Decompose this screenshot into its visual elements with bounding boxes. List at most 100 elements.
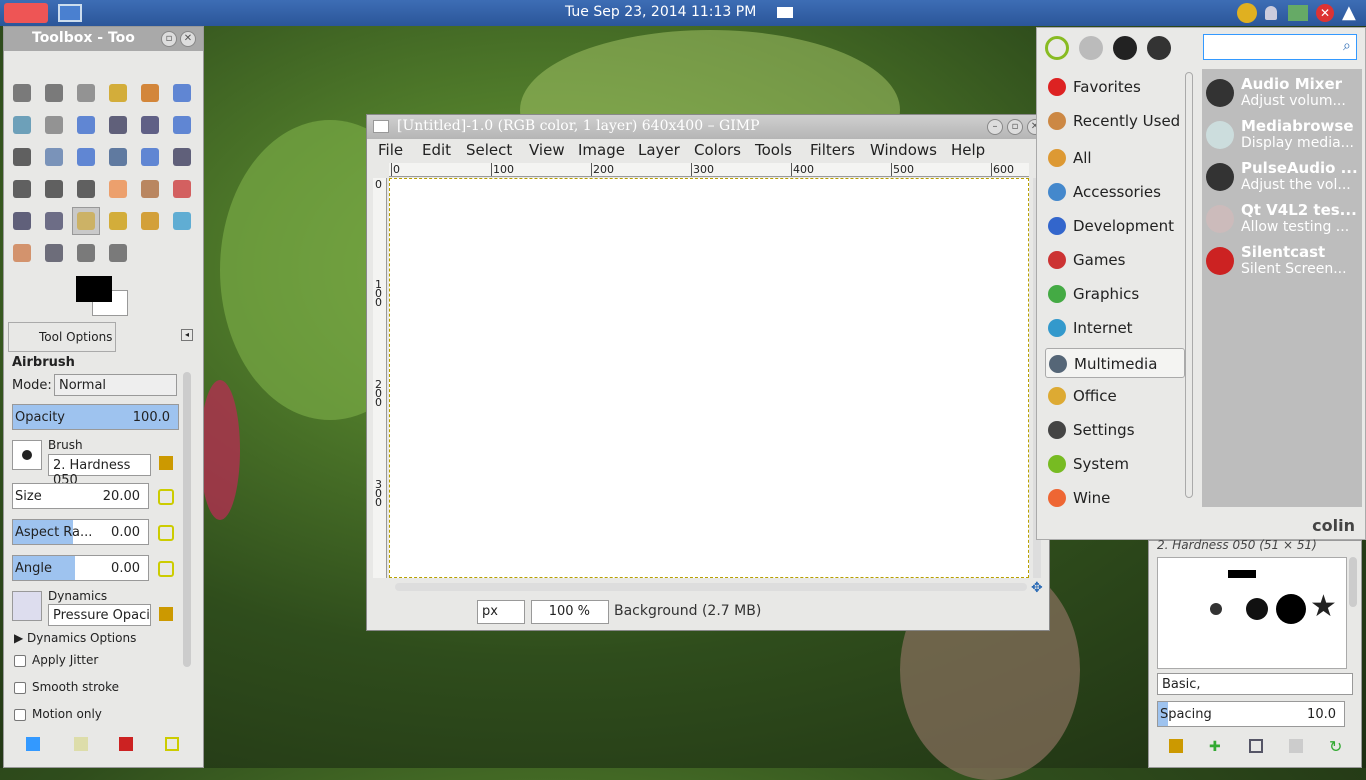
restore-options-icon[interactable] [74,737,88,751]
eraser-tool-icon[interactable] [40,207,68,235]
category-scrollbar[interactable] [1185,72,1193,498]
mode-select[interactable]: Normal [54,374,177,396]
lock-screen-icon[interactable] [1113,36,1137,60]
scissors-tool-icon[interactable] [168,79,196,107]
ink-tool-icon[interactable] [104,207,132,235]
category-recently-used[interactable]: Recently Used [1045,106,1185,136]
menu-edit[interactable]: Edit [422,141,451,159]
pencil-tool-icon[interactable] [168,175,196,203]
close-button[interactable]: ✕ [180,31,196,47]
paintbrush-tool-icon[interactable] [8,207,36,235]
zoom-select[interactable]: 100 % [531,600,609,624]
menu-help[interactable]: Help [951,141,985,159]
opacity-slider[interactable]: Opacity 100.0 [12,404,179,430]
reset-angle-icon[interactable] [158,561,174,577]
color-select-tool-icon[interactable] [136,79,164,107]
category-accessories[interactable]: Accessories [1045,177,1185,207]
new-brush-icon[interactable]: ✚ [1209,739,1221,755]
rect-select-tool-icon[interactable] [8,79,36,107]
paths-tool-icon[interactable] [40,111,68,139]
chrome-icon[interactable] [4,3,48,23]
category-games[interactable]: Games [1045,245,1185,275]
brush-grid[interactable]: ★ [1157,557,1347,669]
category-favorites[interactable]: Favorites [1045,72,1185,102]
brush-name-field[interactable]: 2. Hardness 050 [48,454,151,488]
reset-options-icon[interactable] [165,737,179,751]
settings-manager-icon[interactable] [1147,36,1171,60]
app-item[interactable]: Silentcast Silent Screen... [1204,241,1360,281]
aspect-slider[interactable]: Aspect Ra... 0.00 [12,519,149,545]
category-internet[interactable]: Internet [1045,313,1185,343]
search-input[interactable] [1203,34,1357,60]
bell-icon[interactable] [1265,6,1277,20]
category-graphics[interactable]: Graphics [1045,279,1185,309]
maximize-button[interactable]: ▫ [1007,119,1023,135]
heal-tool-icon[interactable] [168,207,196,235]
measure-tool-icon[interactable] [136,111,164,139]
foreground-select-tool-icon[interactable] [8,111,36,139]
dynamics-options-expander[interactable]: ▶ Dynamics Options [14,631,136,645]
menu-filters[interactable]: Filters [810,141,855,159]
menu-launcher-icon[interactable]: ▲ [1342,2,1362,24]
crop-tool-icon[interactable] [40,143,68,171]
category-wine[interactable]: Wine [1045,483,1185,513]
zoom-tool-icon[interactable] [104,111,132,139]
brush-swatch[interactable] [1276,594,1306,624]
perspective-clone-tool-icon[interactable] [8,239,36,267]
category-settings[interactable]: Settings [1045,415,1185,445]
blend-tool-icon[interactable] [136,175,164,203]
menu-colors[interactable]: Colors [694,141,741,159]
airbrush-tool-icon[interactable] [72,207,100,235]
brush-swatch[interactable] [1210,603,1222,615]
app-item[interactable]: Qt V4L2 tes... Allow testing ... [1204,199,1360,239]
save-options-icon[interactable] [26,737,40,751]
rotate-tool-icon[interactable] [72,143,100,171]
smooth-stroke-checkbox[interactable]: Smooth stroke [14,680,119,694]
clone-tool-icon[interactable] [136,207,164,235]
blur-tool-icon[interactable] [40,239,68,267]
image-canvas[interactable] [389,178,1029,578]
shear-tool-icon[interactable] [136,143,164,171]
navigate-icon[interactable]: ✥ [1031,580,1043,596]
tab-tool-options[interactable]: Tool Options [8,322,116,352]
dynamics-icon[interactable] [12,591,42,621]
category-office[interactable]: Office [1045,381,1185,411]
bucket-fill-tool-icon[interactable] [104,175,132,203]
dodge-burn-tool-icon[interactable] [104,239,132,267]
free-select-tool-icon[interactable] [72,79,100,107]
motion-only-checkbox[interactable]: Motion only [14,707,102,721]
fuzzy-select-tool-icon[interactable] [104,79,132,107]
menu-select[interactable]: Select [466,141,512,159]
app-item[interactable]: Audio Mixer Adjust volum... [1204,73,1360,113]
tab-menu-icon[interactable]: ◂ [181,329,193,341]
brushes-scrollbar[interactable] [1349,557,1357,607]
reset-size-icon[interactable] [158,489,174,505]
dynamics-field[interactable]: Pressure Opacity [48,604,151,626]
menu-windows[interactable]: Windows [870,141,937,159]
user-icon[interactable] [1079,36,1103,60]
tag-filter[interactable]: Basic, [1157,673,1353,695]
maximize-button[interactable]: ▫ [161,31,177,47]
menu-layer[interactable]: Layer [638,141,680,159]
brush-swatch[interactable] [1246,598,1268,620]
brush-swatch[interactable] [1228,570,1256,578]
edit-dynamics-icon[interactable] [159,607,173,621]
logout-icon[interactable] [1045,36,1069,60]
app-item[interactable]: Mediabrowse Display media... [1204,115,1360,155]
angle-slider[interactable]: Angle 0.00 [12,555,149,581]
close-session-icon[interactable]: ✕ [1316,4,1334,22]
network-icon[interactable] [1288,5,1308,21]
menu-file[interactable]: File [378,141,403,159]
spacing-slider[interactable]: Spacing 10.0 [1157,701,1345,727]
menu-image[interactable]: Image [578,141,625,159]
perspective-tool-icon[interactable] [168,143,196,171]
text-tool-icon[interactable] [72,175,100,203]
app-item[interactable]: PulseAudio ... Adjust the vol... [1204,157,1360,197]
reset-aspect-icon[interactable] [158,525,174,541]
refresh-brushes-icon[interactable]: ↻ [1329,737,1342,756]
align-tool-icon[interactable] [8,143,36,171]
minimize-button[interactable]: – [987,119,1003,135]
category-system[interactable]: System [1045,449,1185,479]
edit-brush-icon[interactable] [1169,739,1183,753]
clock[interactable]: Tue Sep 23, 2014 11:13 PM [565,4,756,20]
